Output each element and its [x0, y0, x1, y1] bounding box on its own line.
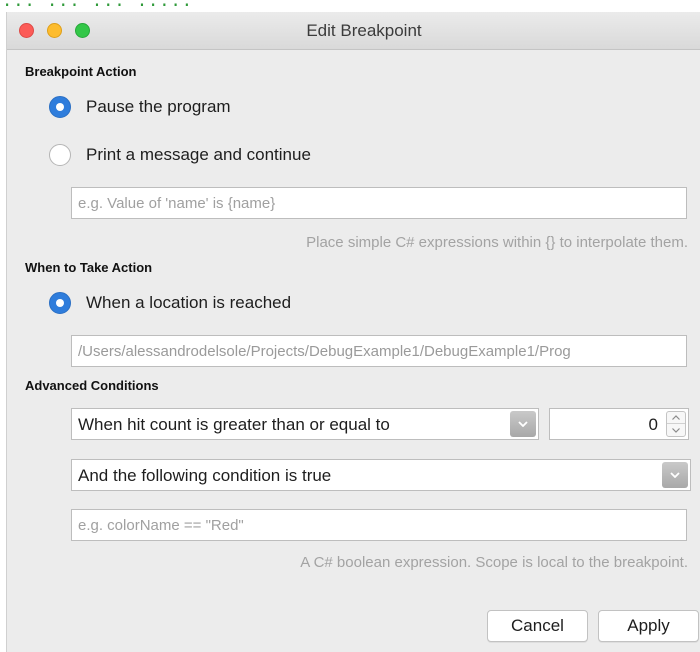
condition-dropdown[interactable]: And the following condition is true	[71, 459, 691, 491]
location-path-field: /Users/alessandrodelsole/Projects/DebugE…	[71, 335, 687, 367]
condition-hint: A C# boolean expression. Scope is local …	[300, 554, 688, 571]
location-path-value: /Users/alessandrodelsole/Projects/DebugE…	[78, 342, 571, 360]
radio-location-reached[interactable]: When a location is reached	[49, 290, 291, 316]
cancel-button[interactable]: Cancel	[487, 610, 588, 642]
chevron-down-icon[interactable]	[510, 411, 536, 437]
section-title-breakpoint-action: Breakpoint Action	[25, 64, 137, 79]
chevron-down-icon[interactable]	[662, 462, 688, 488]
hit-count-condition-value: When hit count is greater than or equal …	[78, 415, 390, 434]
radio-label-print: Print a message and continue	[86, 145, 311, 164]
hit-count-value[interactable]: 0	[649, 415, 658, 435]
message-input[interactable]	[78, 194, 686, 212]
stepper-up-icon[interactable]	[667, 412, 685, 424]
window-title: Edit Breakpoint	[306, 21, 422, 40]
stepper-arrows[interactable]	[666, 411, 686, 437]
section-title-when-to-take-action: When to Take Action	[25, 260, 153, 275]
radio-pause-program[interactable]: Pause the program	[49, 94, 231, 120]
message-input-field[interactable]	[71, 187, 687, 219]
condition-mode-value: And the following condition is true	[78, 466, 332, 485]
radio-unselected-icon[interactable]	[49, 144, 71, 166]
condition-input[interactable]	[78, 516, 686, 534]
radio-print-message[interactable]: Print a message and continue	[49, 142, 311, 168]
title-bar[interactable]: Edit Breakpoint	[7, 12, 700, 50]
radio-label-pause: Pause the program	[86, 97, 231, 116]
background-partial-text: ... ... ... .....	[2, 0, 193, 11]
condition-input-field[interactable]	[71, 509, 687, 541]
section-title-advanced-conditions: Advanced Conditions	[25, 378, 159, 393]
edit-breakpoint-dialog: Edit Breakpoint Breakpoint Action Pause …	[6, 12, 700, 652]
apply-button[interactable]: Apply	[598, 610, 699, 642]
hit-count-stepper[interactable]: 0	[549, 408, 689, 440]
hit-count-condition-dropdown[interactable]: When hit count is greater than or equal …	[71, 408, 539, 440]
message-hint: Place simple C# expressions within {} to…	[306, 234, 688, 251]
stepper-down-icon[interactable]	[667, 424, 685, 436]
radio-selected-icon[interactable]	[49, 292, 71, 314]
radio-selected-icon[interactable]	[49, 96, 71, 118]
radio-label-location: When a location is reached	[86, 293, 292, 312]
